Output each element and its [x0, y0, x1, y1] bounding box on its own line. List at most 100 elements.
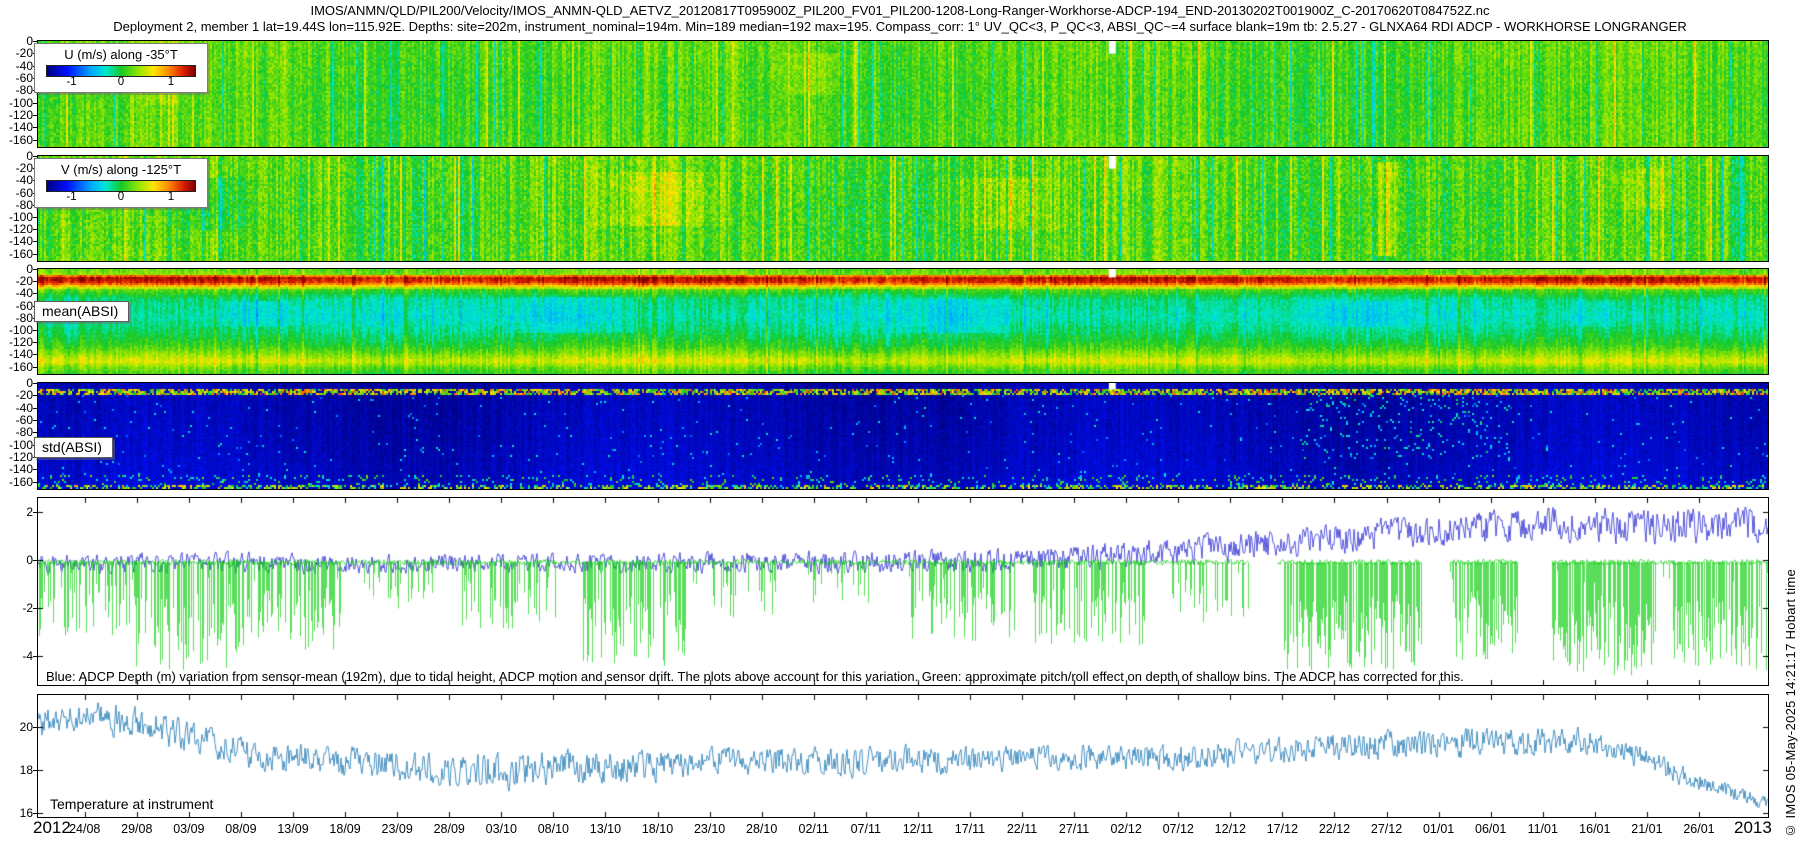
tick-mark [33, 407, 37, 409]
y-tick-label: 0 [26, 553, 33, 568]
tick-mark [33, 560, 37, 562]
tick-mark [33, 330, 37, 332]
x-tick-label: 13/10 [589, 822, 622, 836]
panel-std-absi: std(ABSI) [34, 382, 1769, 490]
x-tick-label: 01/01 [1422, 822, 1455, 836]
tick-mark [33, 156, 37, 157]
tick-mark [33, 293, 37, 295]
x-tick-label: 13/09 [277, 822, 309, 836]
std-absi-label: std(ABSI) [34, 437, 113, 458]
std-absi-heatmap [38, 383, 1768, 489]
temperature-line [38, 695, 1768, 817]
x-tick-label: 28/09 [433, 822, 465, 836]
x-tick-label: 26/01 [1683, 822, 1715, 836]
panel-depth-variation: Blue: ADCP Depth (m) variation from sens… [37, 497, 1769, 686]
y-tick-label: 16 [19, 805, 33, 820]
panel-temperature: Temperature at instrument [37, 694, 1769, 818]
x-tick-label: 22/12 [1318, 822, 1351, 836]
temperature-label: Temperature at instrument [50, 796, 214, 812]
y-tick-label: -2 [22, 601, 33, 616]
depth-variation-annotation: Blue: ADCP Depth (m) variation from sens… [46, 669, 1464, 684]
x-tick-label: 11/01 [1527, 822, 1558, 836]
tick-mark [33, 395, 37, 397]
mean-absi-heatmap [38, 269, 1768, 374]
v-colorbar: -1 0 1 [46, 180, 196, 203]
tick-mark [33, 383, 37, 384]
x-tick-label: 17/12 [1266, 822, 1299, 836]
x-tick-label: 23/10 [693, 822, 726, 836]
x-tick-label: 02/11 [798, 822, 829, 836]
y-tick-label: -160 [8, 474, 33, 489]
y-tick-label: -160 [8, 246, 33, 261]
x-tick-label: 17/11 [954, 822, 986, 836]
figure-subtitle: Deployment 2, member 1 lat=19.44S lon=11… [113, 19, 1687, 34]
colorbar-tick: 0 [117, 191, 125, 203]
tick-mark [33, 342, 37, 344]
y-tick-label: -160 [8, 132, 33, 147]
tick-mark [33, 102, 37, 104]
u-velocity-heatmap [38, 41, 1768, 147]
x-tick-label: 22/11 [1006, 822, 1038, 836]
panel-u-velocity: U (m/s) along -35°T -1 0 1 [34, 40, 1769, 148]
colorbar-tick: -1 [66, 191, 77, 203]
x-tick-label: 27/12 [1370, 822, 1403, 836]
tick-mark [33, 419, 37, 421]
panel-v-velocity: V (m/s) along -125°T -1 0 1 [34, 155, 1769, 262]
depth-variation-lines [38, 498, 1768, 685]
tick-mark [33, 229, 37, 231]
figure-title: IMOS/ANMN/QLD/PIL200/Velocity/IMOS_ANMN-… [310, 3, 1490, 18]
colorbar-tick: -1 [66, 76, 77, 88]
x-tick-label: 27/11 [1058, 822, 1090, 836]
mean-absi-label: mean(ABSI) [34, 301, 130, 322]
panel-mean-absi: mean(ABSI) [34, 268, 1769, 375]
tick-mark [33, 139, 37, 141]
x-tick-label: 03/10 [485, 822, 517, 836]
x-tick-label: 02/12 [1110, 822, 1142, 836]
x-tick-label: 18/10 [641, 822, 674, 836]
v-colorbar-legend: V (m/s) along -125°T -1 0 1 [34, 158, 208, 208]
tick-mark [33, 656, 37, 658]
x-tick-label: 03/09 [173, 822, 205, 836]
v-legend-title: V (m/s) along -125°T [60, 162, 182, 177]
tick-mark [33, 812, 37, 814]
x-tick-label: 06/01 [1475, 822, 1507, 836]
tick-mark [33, 481, 37, 483]
x-tick-label: 08/09 [225, 822, 257, 836]
tick-mark [33, 608, 37, 610]
tick-mark [33, 281, 37, 283]
y-tick-label: 20 [19, 720, 33, 735]
v-velocity-heatmap [38, 156, 1768, 261]
colorbar-tick: 0 [117, 76, 125, 88]
tick-mark [33, 469, 37, 471]
tick-mark [33, 432, 37, 434]
x-tick-label: 07/12 [1162, 822, 1194, 836]
tick-mark [33, 269, 37, 270]
year-label: 2013 [1734, 818, 1772, 837]
year-label: 2012 [33, 818, 71, 837]
tick-mark [33, 727, 37, 729]
tick-mark [33, 512, 37, 514]
tick-mark [33, 41, 37, 42]
x-tick-label: 16/01 [1579, 822, 1611, 836]
x-tick-label: 29/08 [121, 822, 153, 836]
y-tick-label: 2 [26, 505, 33, 520]
x-tick-label: 23/09 [381, 822, 413, 836]
tick-mark [33, 241, 37, 243]
tick-mark [33, 366, 37, 368]
x-tick-label: 08/10 [537, 822, 569, 836]
tick-mark [33, 253, 37, 255]
y-tick-label: -160 [8, 359, 33, 374]
figure-page: { "header": { "title_line1": "IMOS/ANMN/… [0, 0, 1800, 850]
x-tick-label: 07/11 [850, 822, 881, 836]
x-tick-label: 28/10 [746, 822, 778, 836]
tick-mark [33, 769, 37, 771]
u-colorbar: -1 0 1 [46, 65, 196, 88]
u-colorbar-legend: U (m/s) along -35°T -1 0 1 [34, 43, 208, 93]
tick-mark [33, 354, 37, 356]
tick-mark [33, 114, 37, 116]
tick-mark [33, 127, 37, 129]
x-tick-label: 18/09 [329, 822, 361, 836]
y-tick-label: -4 [22, 649, 33, 664]
x-tick-label: 12/12 [1214, 822, 1246, 836]
y-tick-label: 18 [19, 762, 33, 777]
